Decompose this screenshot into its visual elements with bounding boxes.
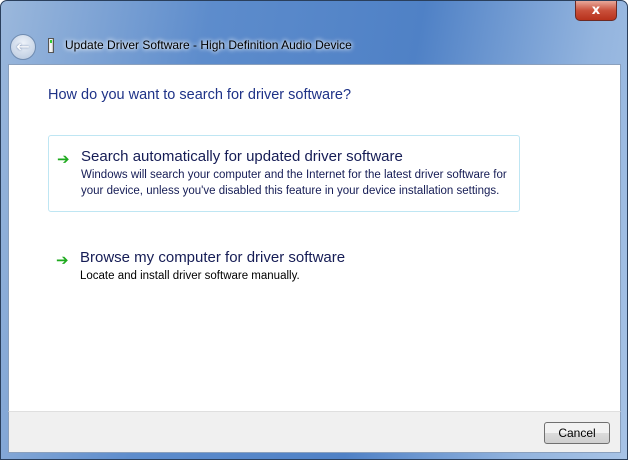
- close-button[interactable]: x: [575, 1, 617, 21]
- cancel-button[interactable]: Cancel: [544, 422, 610, 444]
- content-panel: How do you want to search for driver sof…: [8, 64, 621, 412]
- option-title: Browse my computer for driver software: [80, 249, 346, 266]
- button-bar: Cancel: [8, 411, 621, 453]
- page-heading: How do you want to search for driver sof…: [48, 87, 352, 103]
- back-button[interactable]: ←: [10, 34, 36, 60]
- option-description: Windows will search your computer and th…: [81, 169, 507, 197]
- green-arrow-icon: ➔: [57, 150, 70, 168]
- green-arrow-icon: ➔: [56, 251, 69, 269]
- device-icon: [48, 38, 54, 53]
- back-arrow-icon: ←: [16, 37, 30, 56]
- browse-computer-option[interactable]: ➔ Browse my computer for driver software…: [48, 237, 520, 296]
- option-description: Locate and install driver software manua…: [80, 270, 300, 282]
- dialog-window: x ← Update Driver Software - High Defini…: [0, 0, 628, 460]
- search-automatically-option[interactable]: ➔ Search automatically for updated drive…: [48, 135, 520, 212]
- window-title: Update Driver Software - High Definition…: [65, 38, 352, 52]
- option-title: Search automatically for updated driver …: [81, 148, 403, 165]
